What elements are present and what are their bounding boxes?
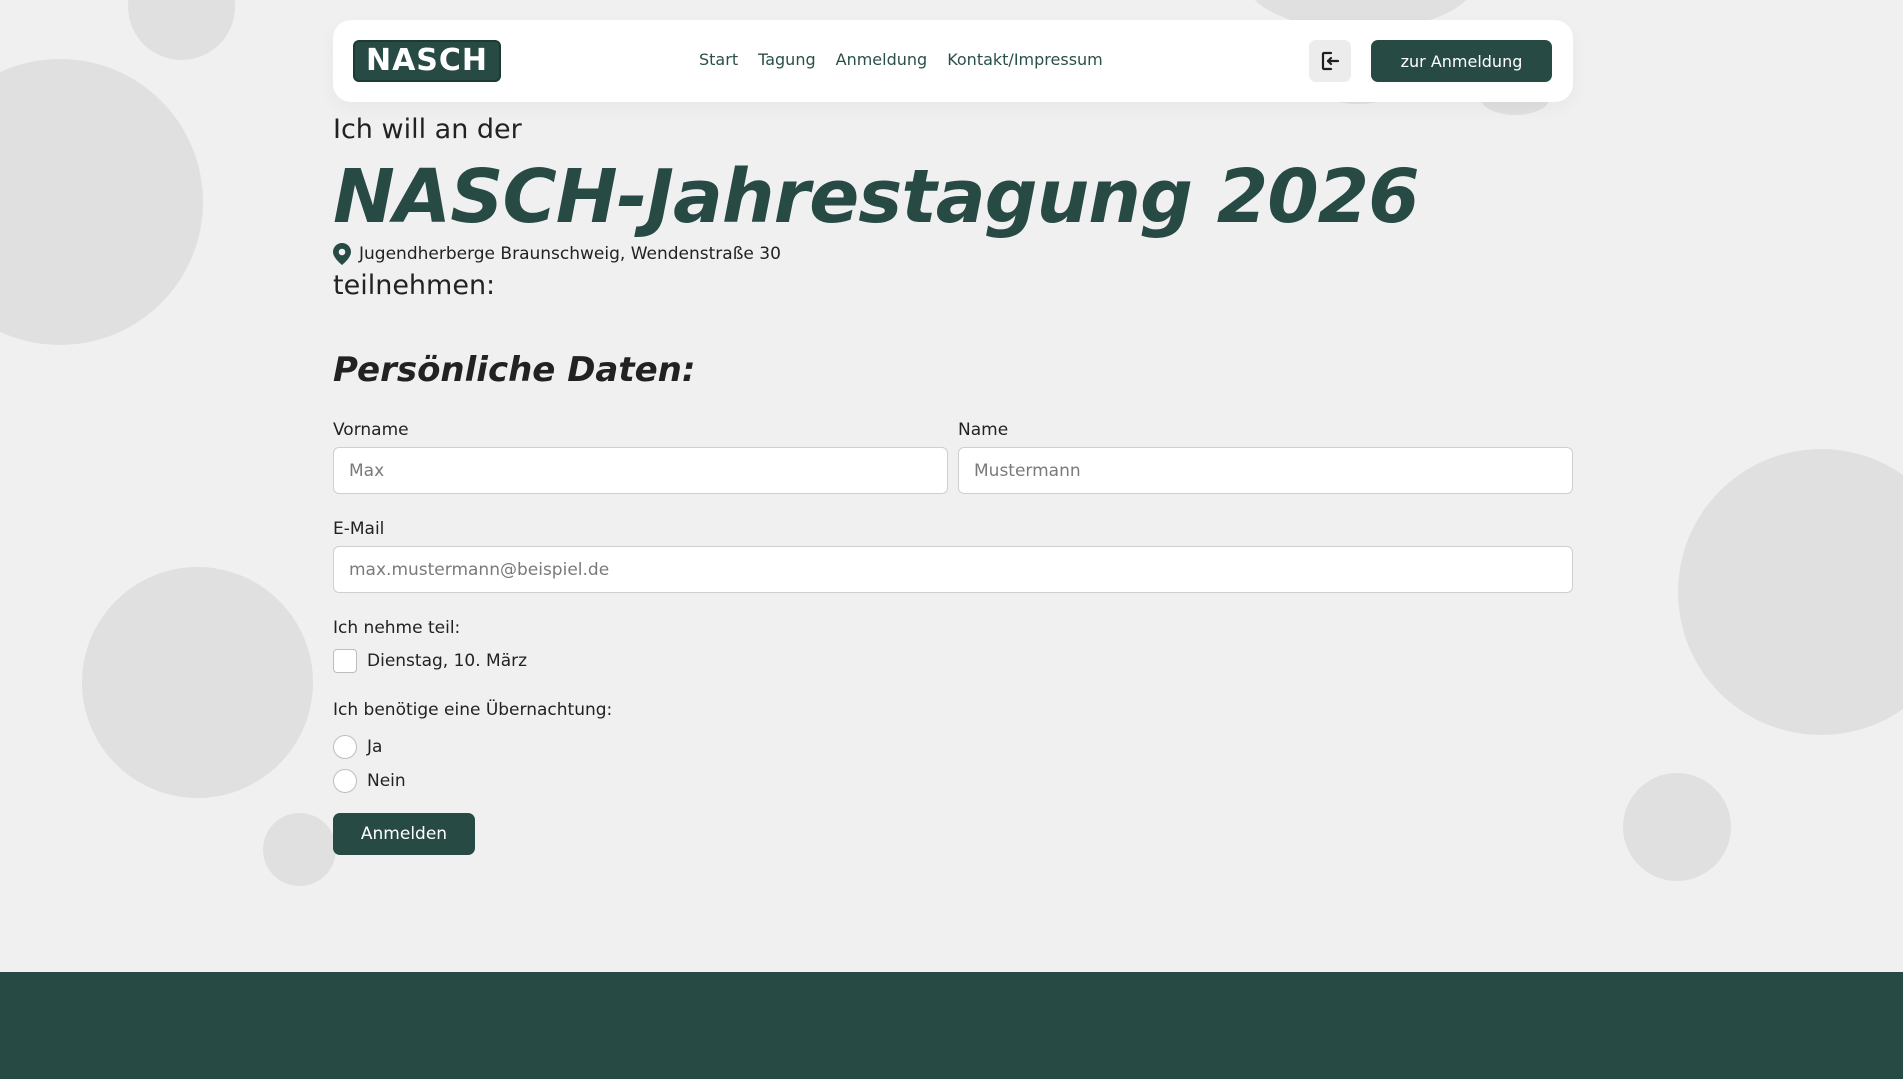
overnight-option-ja[interactable]: Ja: [333, 735, 1573, 759]
location-text: Jugendherberge Braunschweig, Wendenstraß…: [359, 244, 781, 264]
participation-option-label: Dienstag, 10. März: [367, 651, 528, 671]
email-label: E-Mail: [333, 519, 385, 539]
nav-anmeldung[interactable]: Anmeldung: [836, 48, 928, 72]
main-content: Ich will an der NASCH-Jahrestagung 2026 …: [333, 113, 1573, 855]
register-cta-button[interactable]: zur Anmeldung: [1371, 40, 1552, 82]
decor-bubble: [1623, 773, 1731, 881]
page-title: NASCH-Jahrestagung 2026: [333, 154, 1420, 240]
overnight-label: Ich benötige eine Übernachtung:: [333, 700, 613, 720]
firstname-label: Vorname: [333, 420, 409, 440]
participation-option[interactable]: Dienstag, 10. März: [333, 649, 1573, 673]
site-footer: [0, 972, 1903, 1079]
map-pin-icon: [333, 243, 351, 265]
intro-line-1: Ich will an der: [333, 114, 522, 145]
email-input[interactable]: [333, 546, 1573, 593]
email-field: E-Mail: [333, 518, 1573, 593]
email-row: E-Mail: [333, 518, 1573, 593]
section-title-personal: Persönliche Daten:: [333, 350, 696, 390]
overnight-option-nein-label: Nein: [367, 771, 406, 791]
submit-button[interactable]: Anmelden: [333, 813, 475, 855]
overnight-option-nein[interactable]: Nein: [333, 769, 1573, 793]
decor-bubble: [263, 813, 336, 886]
overnight-radio-nein[interactable]: [333, 769, 357, 793]
logout-icon: [1321, 51, 1340, 71]
logout-button[interactable]: [1309, 40, 1351, 82]
logo[interactable]: NASCH: [353, 40, 501, 82]
decor-bubble: [82, 567, 313, 798]
location: Jugendherberge Braunschweig, Wendenstraß…: [333, 243, 1573, 265]
nav-kontakt[interactable]: Kontakt/Impressum: [947, 48, 1103, 72]
participation-checkbox[interactable]: [333, 649, 357, 673]
main-nav: Start Tagung Anmeldung Kontakt/Impressum: [699, 48, 1103, 72]
overnight-radio-ja[interactable]: [333, 735, 357, 759]
participation-label: Ich nehme teil:: [333, 618, 461, 638]
name-row: Vorname Name: [333, 419, 1573, 494]
site-header: NASCH Start Tagung Anmeldung Kontakt/Imp…: [333, 20, 1573, 102]
overnight-option-ja-label: Ja: [367, 737, 383, 757]
decor-bubble: [1678, 449, 1903, 735]
lastname-input[interactable]: [958, 447, 1573, 494]
lastname-field: Name: [958, 419, 1573, 494]
nav-start[interactable]: Start: [699, 48, 738, 72]
nav-tagung[interactable]: Tagung: [758, 48, 816, 72]
decor-bubble: [0, 59, 203, 345]
firstname-field: Vorname: [333, 419, 948, 494]
intro-line-2: teilnehmen:: [333, 270, 496, 301]
decor-bubble: [128, 0, 235, 60]
firstname-input[interactable]: [333, 447, 948, 494]
lastname-label: Name: [958, 420, 1009, 440]
